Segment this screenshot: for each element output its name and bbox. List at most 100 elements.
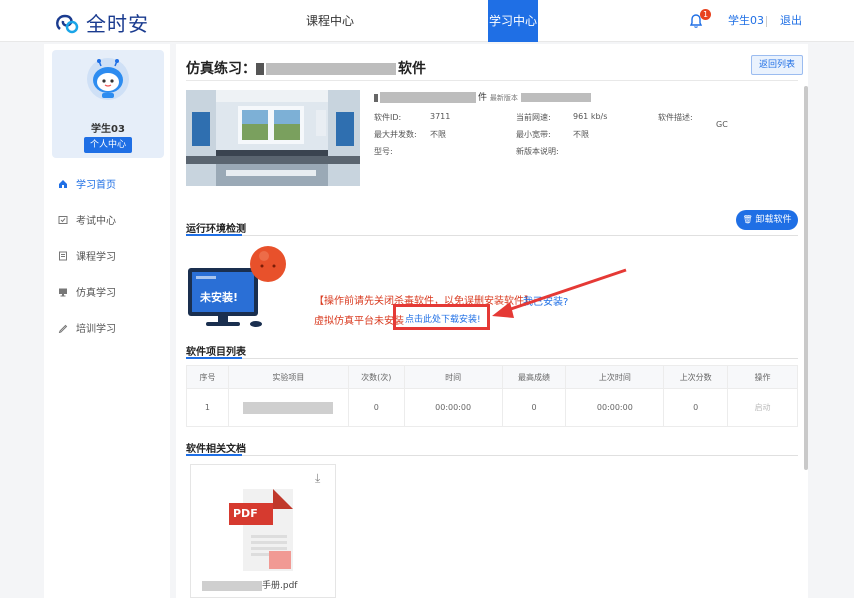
personal-center-button[interactable]: 个人中心 xyxy=(84,137,132,153)
project-list-underline xyxy=(186,357,242,359)
redacted-block xyxy=(256,63,264,75)
col-count: 次数(次) xyxy=(347,365,405,389)
sidebar-item-label: 课程学习 xyxy=(76,252,116,263)
logout-link[interactable]: 退出 xyxy=(780,0,802,42)
sidebar: 学生03 个人中心 学习首页 考试中心 课程学习 仿真学习 培训学习 xyxy=(44,44,170,598)
book-icon xyxy=(59,251,67,260)
sidebar-item-simulation[interactable]: 仿真学习 xyxy=(58,284,116,299)
uninstall-label: 卸载软件 xyxy=(755,215,792,225)
start-button[interactable]: 启动 xyxy=(727,388,798,427)
sidebar-item-label: 学习首页 xyxy=(76,180,116,191)
cell-last-time: 00:00:00 xyxy=(565,388,665,427)
env-check-heading: 运行环境检测 xyxy=(186,224,246,235)
table-row: 1 0 00:00:00 0 00:00:00 0 启动 xyxy=(186,388,798,427)
project-list-heading: 软件项目列表 xyxy=(186,347,246,358)
pen-icon xyxy=(58,324,68,333)
title-prefix: 仿真练习： xyxy=(186,61,256,77)
env-check-divider xyxy=(186,235,798,236)
col-index: 序号 xyxy=(186,365,229,389)
max-concurrency-value: 不限 xyxy=(430,130,446,139)
header-divider xyxy=(766,16,767,27)
cell-project xyxy=(227,388,349,427)
cell-count: 0 xyxy=(347,388,405,427)
page-title: 仿真练习： 软件 xyxy=(186,58,426,78)
col-best-score: 最高成绩 xyxy=(501,365,567,389)
software-desc-value: GC xyxy=(716,120,728,129)
pdf-file-icon xyxy=(229,489,293,571)
monitor-icon xyxy=(59,288,67,296)
doc-section-divider xyxy=(186,455,798,456)
not-installed-text: 未安装! xyxy=(200,291,239,304)
nav-study-center[interactable]: 学习中心 xyxy=(488,0,538,42)
not-installed-illustration xyxy=(188,246,286,327)
sidebar-item-label: 仿真学习 xyxy=(76,288,116,299)
redacted-block xyxy=(266,63,396,75)
redacted-block xyxy=(520,93,591,102)
profile-name: 学生03 xyxy=(91,124,125,135)
table-header-row: 序号 实验项目 次数(次) 时间 最高成绩 上次时间 上次分数 操作 xyxy=(186,365,798,389)
title-divider xyxy=(186,80,798,81)
redacted-block xyxy=(380,92,476,103)
software-thumbnail xyxy=(186,90,360,186)
redacted-block xyxy=(202,580,262,591)
back-to-list-button[interactable]: 返回列表 xyxy=(751,55,803,75)
software-id-label: 软件ID: xyxy=(374,113,402,122)
platform-not-installed-text: 虚拟仿真平台未安装 xyxy=(314,316,404,327)
brand-name: 全时安 xyxy=(86,12,149,36)
net-speed-label: 当前网速: xyxy=(516,113,551,122)
doc-name-suffix: 手册.pdf xyxy=(262,581,298,591)
pdf-badge: PDF xyxy=(233,507,258,520)
net-speed-value: 961 kb/s xyxy=(573,112,608,121)
cell-last-score: 0 xyxy=(663,388,729,427)
main-panel: 仿真练习： 软件 返回列表 件 最新版本 软件ID: 3711 当前网速: 96… xyxy=(176,44,808,598)
col-action: 操作 xyxy=(727,365,798,389)
project-list-divider xyxy=(186,358,798,359)
max-concurrency-label: 最大并发数: xyxy=(374,130,417,139)
user-name-link[interactable]: 学生03 xyxy=(728,0,764,42)
title-suffix: 软件 xyxy=(398,61,426,77)
sidebar-item-exam[interactable]: 考试中心 xyxy=(58,212,116,227)
sidebar-item-label: 培训学习 xyxy=(76,324,116,335)
col-last-score: 上次分数 xyxy=(663,365,729,389)
cell-time: 00:00:00 xyxy=(403,388,503,427)
latest-version-label: 最新版本 xyxy=(489,94,518,102)
highlight-box xyxy=(393,304,490,330)
sidebar-item-training[interactable]: 培训学习 xyxy=(58,320,116,335)
logo[interactable]: 全时安 xyxy=(54,8,149,37)
min-bandwidth-label: 最小宽带: xyxy=(516,130,551,139)
software-desc-label: 软件描述: xyxy=(658,113,693,122)
brand-logo-icon xyxy=(56,14,79,33)
model-label: 型号: xyxy=(374,147,393,156)
redacted-block xyxy=(374,93,378,102)
cell-best-score: 0 xyxy=(501,388,567,427)
doc-section-heading: 软件相关文档 xyxy=(186,444,246,455)
uninstall-software-button[interactable]: 🗑 卸载软件 xyxy=(736,210,798,230)
software-name-suffix: 件 xyxy=(478,93,488,103)
version-note-label: 新版本说明: xyxy=(516,147,559,156)
lab-room-image xyxy=(186,90,360,186)
min-bandwidth-value: 不限 xyxy=(573,130,589,139)
download-icon[interactable]: ⤓ xyxy=(315,471,320,486)
avatar xyxy=(87,58,129,100)
main-scrollbar[interactable] xyxy=(804,86,808,470)
project-table: 序号 实验项目 次数(次) 时间 最高成绩 上次时间 上次分数 操作 1 0 0… xyxy=(186,365,798,427)
top-bar: 全时安 课程中心 学习中心 1 学生03 退出 xyxy=(0,0,854,42)
exam-icon xyxy=(58,215,68,224)
env-check-underline xyxy=(186,234,242,236)
col-time: 时间 xyxy=(403,365,503,389)
notification-badge: 1 xyxy=(700,9,711,20)
software-name-line: 件 最新版本 xyxy=(374,90,591,103)
document-name[interactable]: 手册.pdf xyxy=(202,578,297,591)
trash-icon: 🗑 xyxy=(742,215,753,224)
sidebar-item-home[interactable]: 学习首页 xyxy=(58,176,116,191)
col-project: 实验项目 xyxy=(227,365,349,389)
robot-avatar-icon xyxy=(93,59,123,98)
doc-section-underline xyxy=(186,454,242,456)
nav-course-center[interactable]: 课程中心 xyxy=(306,0,354,42)
sidebar-item-label: 考试中心 xyxy=(76,216,116,227)
sidebar-item-course[interactable]: 课程学习 xyxy=(58,248,116,263)
home-icon xyxy=(59,179,67,188)
redacted-block xyxy=(243,401,334,414)
red-arrow-annotation xyxy=(492,268,627,318)
profile-card: 学生03 个人中心 xyxy=(52,50,164,158)
